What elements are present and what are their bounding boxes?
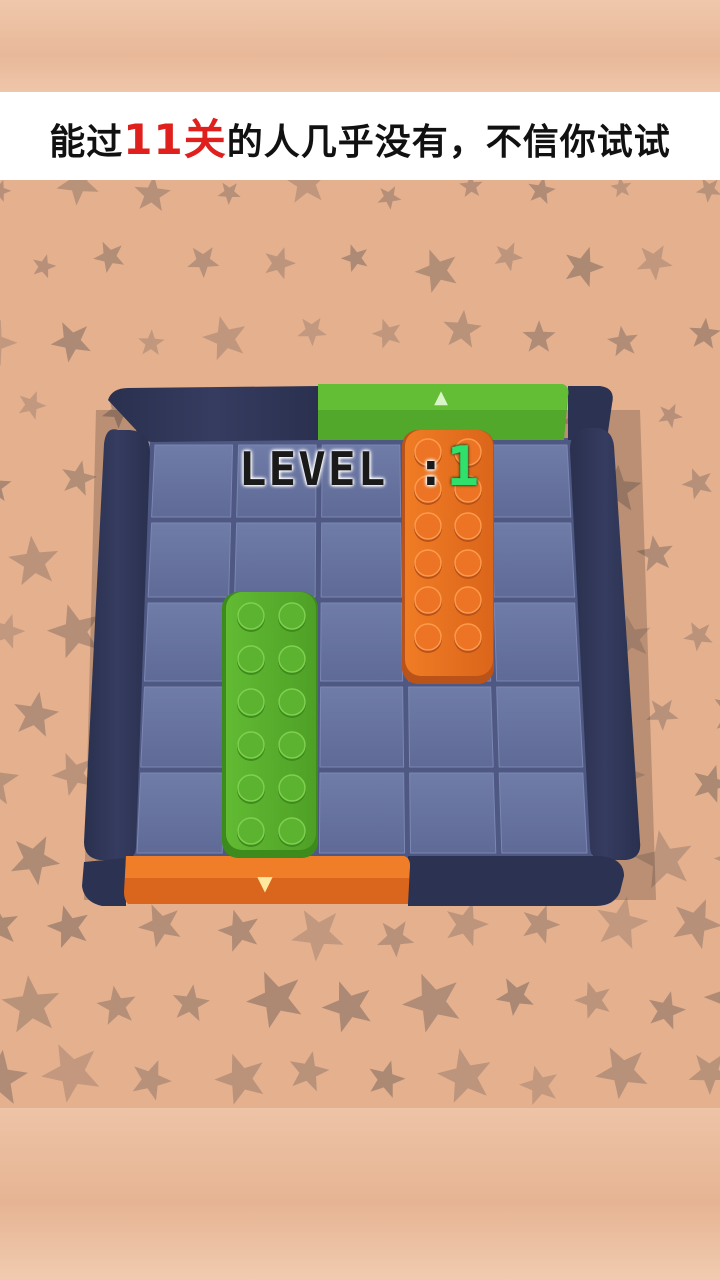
blurred-bottom-backdrop xyxy=(0,1108,720,1280)
stud-top xyxy=(414,549,442,577)
down-arrow-icon: ▼ xyxy=(257,871,273,895)
stud-top xyxy=(454,623,482,651)
stud-top xyxy=(278,645,306,673)
caption-highlight: 11关 xyxy=(123,114,227,164)
grid-tile xyxy=(318,772,406,854)
stud-top xyxy=(278,688,306,716)
caption-text: 能过11关的人几乎没有，不信你试试 xyxy=(49,106,670,167)
grid-tile xyxy=(143,602,230,682)
frame-bottom-right xyxy=(408,856,624,906)
grid-tile xyxy=(493,602,580,682)
caption-suffix: 的人几乎没有，不信你试试 xyxy=(226,121,671,163)
stud-top xyxy=(454,549,482,577)
stud-top xyxy=(278,602,306,630)
stud-top xyxy=(278,731,306,759)
stud-top xyxy=(237,731,265,759)
stud-top xyxy=(237,602,265,630)
grid-tile xyxy=(320,522,403,598)
blurred-top-backdrop xyxy=(0,0,720,92)
frame-bottom-left-corner xyxy=(82,858,126,906)
stud-top xyxy=(278,817,306,845)
green-block[interactable] xyxy=(222,592,318,858)
stud-top xyxy=(414,586,442,614)
level-number: 1 xyxy=(446,435,482,498)
stud-top xyxy=(278,774,306,802)
grid-tile xyxy=(320,602,404,682)
game-view[interactable]: ▲ ▼ LEVEL :1 xyxy=(0,180,720,1108)
grid-tile xyxy=(496,686,584,768)
stud-top xyxy=(454,512,482,540)
grid-tile xyxy=(409,772,497,854)
stud-top xyxy=(414,623,442,651)
grid-tile xyxy=(408,686,494,768)
up-arrow-icon: ▲ xyxy=(434,387,448,408)
grid-tile xyxy=(147,522,232,598)
stud-top xyxy=(237,817,265,845)
grid-tile xyxy=(136,772,225,854)
grid-tile xyxy=(319,686,405,768)
puzzle-board[interactable]: ▲ ▼ xyxy=(0,180,720,1108)
level-indicator: LEVEL :1 xyxy=(0,435,720,498)
stud-top xyxy=(237,774,265,802)
stud-top xyxy=(414,512,442,540)
orange-exit-gate[interactable]: ▼ xyxy=(124,856,410,904)
grid-tile xyxy=(140,686,228,768)
caption-prefix: 能过 xyxy=(49,121,124,163)
caption-banner: 能过11关的人几乎没有，不信你试试 xyxy=(0,92,720,180)
grid-tiles xyxy=(136,444,588,854)
grid-tile xyxy=(498,772,588,854)
stud-top xyxy=(454,586,482,614)
level-label-text: LEVEL : xyxy=(238,442,447,496)
grid-tile xyxy=(234,522,317,598)
grid-tile xyxy=(491,522,576,598)
stud-top xyxy=(237,645,265,673)
stud-top xyxy=(237,688,265,716)
